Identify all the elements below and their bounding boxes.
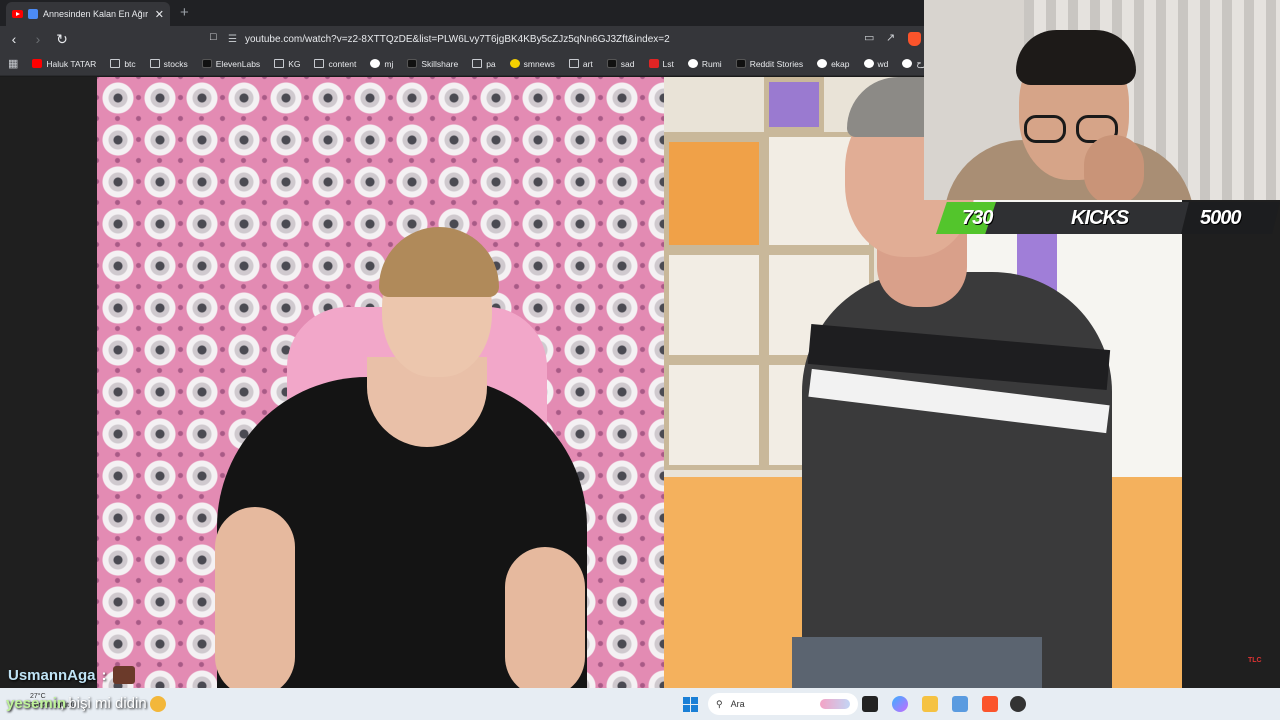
share-icon[interactable]: ↗: [886, 31, 895, 44]
youtube-favicon-icon: [12, 10, 23, 18]
bookmark-item[interactable]: ekap: [817, 58, 850, 69]
site-info-icon[interactable]: ☰: [228, 34, 237, 45]
bookmarks-bar: ▦ Haluk TATAR btc stocks ElevenLabs KG conten…: [0, 52, 924, 76]
bookmark-item[interactable]: الله الرحمن الرح...: [902, 58, 924, 69]
bookmark-label: ElevenLabs: [215, 58, 261, 69]
chat-username-line: UsmannAga :: [8, 666, 135, 684]
bookmark-label: mj: [384, 58, 394, 69]
skillshare-icon: [407, 59, 418, 68]
folder-icon: [472, 59, 483, 68]
bookmark-label: Rumi: [701, 58, 722, 69]
browser-tab-active[interactable]: Annesinden Kalan En Ağır Mi ✕: [6, 2, 170, 26]
tab-title: Annesinden Kalan En Ağır Mi: [43, 9, 150, 19]
reload-icon[interactable]: ↻: [52, 29, 72, 49]
file-explorer-icon[interactable]: [922, 696, 938, 712]
bookmark-label: stocks: [163, 58, 188, 69]
globe-icon: [687, 59, 698, 68]
bookmark-label: الله الرحمن الرح...: [916, 58, 924, 68]
bookmark-item[interactable]: mj: [370, 59, 393, 69]
apps-grid-icon[interactable]: ▦: [8, 57, 18, 70]
bookmark-item[interactable]: Rumi: [687, 58, 722, 69]
tab-close-icon[interactable]: ✕: [155, 8, 164, 21]
start-button-icon[interactable]: [683, 697, 698, 712]
url-text[interactable]: youtube.com/watch?v=z2-8XTTQzDE&list=PLW…: [245, 34, 670, 45]
taskbar-search[interactable]: ⚲ Ara: [708, 693, 858, 715]
bookmark-label: btc: [124, 58, 136, 69]
bookmark-page-icon[interactable]: □: [210, 31, 217, 43]
bookmark-item[interactable]: Haluk TATAR: [32, 59, 96, 69]
bookmark-label: Lst: [662, 58, 674, 69]
search-icon: ⚲: [716, 698, 723, 709]
globe-icon: [863, 59, 874, 68]
bookmark-item[interactable]: Lst: [648, 58, 674, 69]
bookmark-label: Reddit Stories: [749, 58, 804, 69]
chat-message: , bişi mi didin: [60, 695, 166, 712]
bookmark-item[interactable]: Skillshare: [407, 59, 458, 69]
windows-taskbar: 27°C Parçalı bulutlu ⚲ Ara: [0, 688, 1280, 720]
chat-message-prefix: yesemin: [6, 695, 67, 712]
bookmark-label: pa: [486, 58, 496, 69]
youtube-icon: [32, 59, 43, 68]
bookmark-item[interactable]: Reddit Stories: [735, 58, 804, 69]
bookmark-item[interactable]: stocks: [149, 58, 188, 69]
bookmark-item[interactable]: art: [568, 58, 593, 69]
bookmark-label: art: [582, 58, 593, 69]
forward-arrow-icon[interactable]: ›: [28, 29, 48, 49]
copilot-icon[interactable]: [892, 696, 908, 712]
kicks-label: KICKS: [1071, 207, 1129, 229]
bookmark-label: sad: [620, 58, 635, 69]
folder-icon: [314, 59, 325, 68]
bookmark-label: smnews: [523, 58, 555, 69]
s-logo-icon: [648, 59, 659, 68]
bookmark-item[interactable]: pa: [472, 58, 496, 69]
browser-tab-bar: Annesinden Kalan En Ağır Mi ✕ +: [0, 0, 924, 26]
bookmark-item[interactable]: wd: [863, 58, 889, 69]
new-tab-button[interactable]: +: [180, 2, 189, 26]
kicks-goal: 5000: [1200, 207, 1241, 229]
smile-icon: [509, 59, 520, 68]
bookmark-label: Skillshare: [421, 58, 459, 69]
building-icon: [902, 59, 913, 68]
screen: Annesinden Kalan En Ağır Mi ✕ + ‹ › ↻ □ …: [0, 0, 1280, 720]
bookmark-item[interactable]: btc: [110, 58, 136, 69]
elevenlabs-icon: [201, 59, 212, 68]
kicks-goal-bar: 730 KICKS 5000: [936, 202, 1280, 234]
bookmark-item[interactable]: ElevenLabs: [201, 58, 261, 69]
address-bar[interactable]: ☰ youtube.com/watch?v=z2-8XTTQzDE&list=P…: [228, 30, 848, 49]
d-logo-icon: [735, 59, 746, 68]
kicks-current: 730: [962, 207, 993, 229]
task-view-icon[interactable]: [862, 696, 878, 712]
bookmark-label: wd: [877, 58, 889, 69]
brave-browser-icon[interactable]: [982, 696, 998, 712]
search-placeholder: Ara: [730, 699, 745, 709]
brave-shields-icon[interactable]: [908, 32, 921, 46]
bookmark-label: KG: [288, 58, 301, 69]
bookmark-item[interactable]: smnews: [509, 58, 555, 69]
folder-icon: [110, 59, 121, 68]
bookmark-item[interactable]: sad: [606, 58, 635, 69]
bookmark-label: Haluk TATAR: [46, 58, 97, 69]
bookmark-item[interactable]: KG: [274, 59, 300, 69]
search-highlight-icon: [820, 699, 850, 709]
webcam-overlay: [924, 0, 1280, 200]
bird-icon: [817, 59, 828, 68]
back-arrow-icon[interactable]: ‹: [4, 29, 24, 49]
bookmark-item[interactable]: content: [314, 59, 356, 69]
channel-watermark: TLC: [1248, 657, 1262, 664]
sad-face-emoji-icon: [149, 695, 166, 712]
folder-icon: [274, 59, 285, 68]
folder-icon: [568, 59, 579, 68]
bookmark-label: ekap: [831, 58, 850, 69]
github-icon: [370, 59, 381, 68]
snipping-tool-icon[interactable]: [952, 696, 968, 712]
slash-icon: [606, 59, 617, 68]
cast-icon[interactable]: ▭: [864, 31, 874, 44]
folder-icon: [149, 59, 160, 68]
bookmark-label: content: [328, 58, 357, 69]
browser-toolbar: ‹ › ↻ □ ☰ youtube.com/watch?v=z2-8XTTQzD…: [0, 26, 924, 52]
obs-icon[interactable]: [1010, 696, 1026, 712]
tab-group-icon: [28, 9, 38, 19]
chat-username: UsmannAga: [8, 666, 96, 684]
chat-emote-icon: [112, 666, 135, 684]
